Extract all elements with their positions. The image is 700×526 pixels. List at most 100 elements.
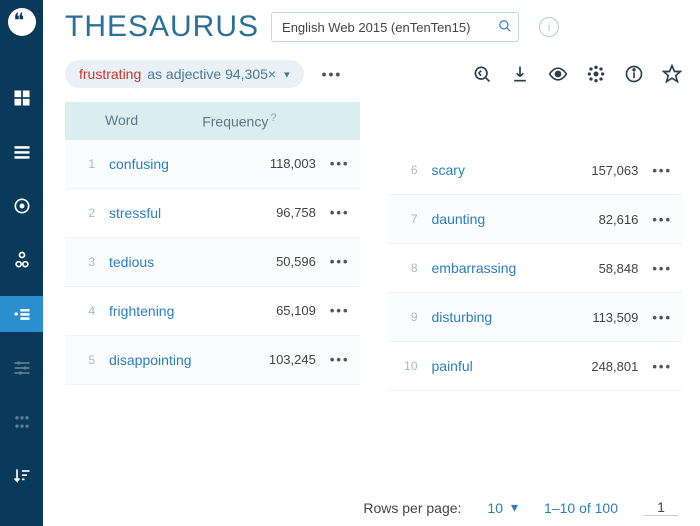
cluster-icon bbox=[586, 64, 606, 84]
freq-value: 96,758 bbox=[244, 205, 316, 220]
corpus-selector[interactable]: English Web 2015 (enTenTen15) bbox=[271, 12, 519, 42]
word-link[interactable]: disappointing bbox=[109, 352, 244, 368]
rank: 4 bbox=[77, 304, 95, 318]
thesaurus-icon bbox=[12, 304, 32, 324]
results-column-left: Word Frequency? 1 confusing 118,003 ••• … bbox=[65, 102, 360, 391]
row-more-menu[interactable]: ••• bbox=[330, 205, 350, 220]
results-column-right: 6 scary 157,063 ••• 7 daunting 82,616 ••… bbox=[388, 146, 683, 391]
word-link[interactable]: disturbing bbox=[432, 309, 567, 325]
row-more-menu[interactable]: ••• bbox=[652, 212, 672, 227]
info-circle-icon bbox=[624, 64, 644, 84]
favorite-button[interactable] bbox=[662, 64, 682, 84]
table-row: 3 tedious 50,596 ••• bbox=[65, 238, 360, 287]
freq-value: 157,063 bbox=[566, 163, 638, 178]
sort-desc-icon bbox=[12, 466, 32, 486]
freq-value: 58,848 bbox=[566, 261, 638, 276]
freq-value: 113,509 bbox=[566, 310, 638, 325]
corpus-name: English Web 2015 (enTenTen15) bbox=[282, 20, 498, 35]
freq-value: 248,801 bbox=[566, 359, 638, 374]
list-icon bbox=[12, 142, 32, 162]
page-input[interactable]: 1 bbox=[644, 499, 678, 516]
visualize-button[interactable] bbox=[586, 64, 606, 84]
rows-per-page-label: Rows per page: bbox=[363, 500, 461, 516]
word-link[interactable]: stressful bbox=[109, 205, 244, 221]
word-link[interactable]: embarrassing bbox=[432, 260, 567, 276]
sidebar-item-ngrams[interactable] bbox=[0, 404, 43, 440]
download-icon bbox=[510, 64, 530, 84]
table-row: 7 daunting 82,616 ••• bbox=[388, 195, 683, 244]
search-back-icon bbox=[472, 64, 492, 84]
table-row: 4 frightening 65,109 ••• bbox=[65, 287, 360, 336]
word-link[interactable]: scary bbox=[432, 162, 567, 178]
sidebar-item-list[interactable] bbox=[0, 134, 43, 170]
main-area: THESAURUS English Web 2015 (enTenTen15) … bbox=[43, 0, 700, 526]
table-row: 6 scary 157,063 ••• bbox=[388, 146, 683, 195]
app-logo-icon bbox=[8, 8, 36, 36]
dashboard-icon bbox=[12, 88, 32, 108]
go-to-search-button[interactable] bbox=[472, 64, 492, 84]
table-row: 9 disturbing 113,509 ••• bbox=[388, 293, 683, 342]
word-link[interactable]: tedious bbox=[109, 254, 244, 270]
sidebar-item-sort[interactable] bbox=[0, 458, 43, 494]
view-button[interactable] bbox=[548, 64, 568, 84]
table-header: Word Frequency? bbox=[65, 102, 360, 140]
header-freq: Frequency? bbox=[202, 112, 276, 130]
table-row: 1 confusing 118,003 ••• bbox=[65, 140, 360, 189]
freq-value: 103,245 bbox=[244, 352, 316, 367]
rank: 5 bbox=[77, 353, 95, 367]
row-more-menu[interactable]: ••• bbox=[652, 310, 672, 325]
freq-value: 82,616 bbox=[566, 212, 638, 227]
chevron-down-icon: ▾ bbox=[511, 499, 518, 516]
row-more-menu[interactable]: ••• bbox=[330, 303, 350, 318]
table-row: 5 disappointing 103,245 ••• bbox=[65, 336, 360, 385]
freq-value: 65,109 bbox=[244, 303, 316, 318]
help-button[interactable] bbox=[624, 64, 644, 84]
sliders-icon bbox=[12, 358, 32, 378]
word-link[interactable]: confusing bbox=[109, 156, 244, 172]
word-link[interactable]: frightening bbox=[109, 303, 244, 319]
query-detail: as adjective 94,305× bbox=[147, 66, 276, 82]
sidebar-item-keywords[interactable] bbox=[0, 350, 43, 386]
word-link[interactable]: painful bbox=[432, 358, 567, 374]
rank: 7 bbox=[400, 212, 418, 226]
page-title: THESAURUS bbox=[65, 10, 259, 44]
chip-more-menu[interactable]: ••• bbox=[322, 66, 343, 82]
star-icon bbox=[662, 64, 682, 84]
table-row: 8 embarrassing 58,848 ••• bbox=[388, 244, 683, 293]
sidebar-item-thesaurus[interactable] bbox=[0, 296, 43, 332]
sidebar-item-target[interactable] bbox=[0, 188, 43, 224]
row-more-menu[interactable]: ••• bbox=[330, 254, 350, 269]
help-icon[interactable]: ? bbox=[270, 112, 276, 124]
row-more-menu[interactable]: ••• bbox=[652, 163, 672, 178]
range-label: 1–10 of 100 bbox=[544, 500, 618, 516]
freq-value: 118,003 bbox=[244, 156, 316, 171]
row-more-menu[interactable]: ••• bbox=[652, 261, 672, 276]
rank: 6 bbox=[400, 163, 418, 177]
row-more-menu[interactable]: ••• bbox=[330, 156, 350, 171]
rank: 3 bbox=[77, 255, 95, 269]
row-more-menu[interactable]: ••• bbox=[652, 359, 672, 374]
freq-value: 50,596 bbox=[244, 254, 316, 269]
target-icon bbox=[12, 196, 32, 216]
word-link[interactable]: daunting bbox=[432, 211, 567, 227]
sidebar bbox=[0, 0, 43, 526]
toolbar bbox=[472, 64, 682, 84]
query-chip[interactable]: frustrating as adjective 94,305× ▾ bbox=[65, 60, 304, 88]
eye-icon bbox=[548, 64, 568, 84]
rank: 2 bbox=[77, 206, 95, 220]
pagination-footer: Rows per page: 10 ▾ 1–10 of 100 1 bbox=[363, 499, 678, 516]
query-word: frustrating bbox=[79, 66, 141, 82]
rows-per-page-select[interactable]: 10 ▾ bbox=[487, 499, 518, 516]
table-row: 2 stressful 96,758 ••• bbox=[65, 189, 360, 238]
table-row: 10 painful 248,801 ••• bbox=[388, 342, 683, 391]
row-more-menu[interactable]: ••• bbox=[330, 352, 350, 367]
rank: 10 bbox=[400, 359, 418, 373]
rank: 8 bbox=[400, 261, 418, 275]
info-icon[interactable]: i bbox=[539, 17, 559, 37]
sidebar-item-dashboard[interactable] bbox=[0, 80, 43, 116]
search-icon bbox=[498, 19, 512, 36]
chevron-down-icon: ▾ bbox=[284, 68, 290, 81]
sidebar-item-diff[interactable] bbox=[0, 242, 43, 278]
download-button[interactable] bbox=[510, 64, 530, 84]
rank: 9 bbox=[400, 310, 418, 324]
